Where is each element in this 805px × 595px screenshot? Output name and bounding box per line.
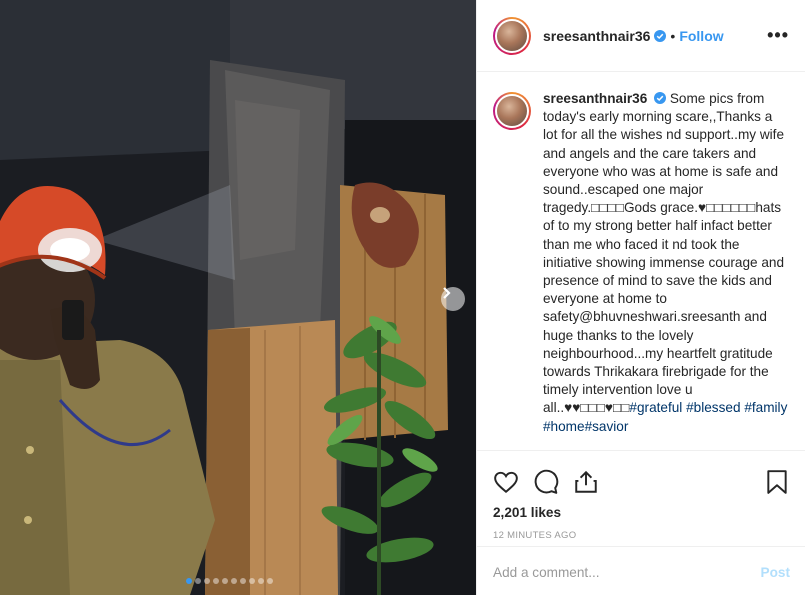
caption-section: sreesanthnair36 Some pics from today's e… [477,72,805,450]
carousel-dot [204,578,210,584]
verified-badge-icon [654,29,667,42]
carousel-next-button[interactable] [441,287,465,311]
post-caption: sreesanthnair36 Some pics from today's e… [543,90,789,450]
more-options-button[interactable]: ••• [767,25,789,46]
post-header: sreesanthnair36 • Follow ••• [477,0,805,72]
header-username[interactable]: sreesanthnair36 [543,28,650,44]
comment-icon[interactable] [533,469,559,495]
caption-text: Some pics from today's early morning sca… [543,91,785,416]
heart-icon[interactable] [493,469,519,495]
hashtag-link[interactable]: #grateful [629,400,682,415]
verified-badge-icon [654,92,667,104]
action-icons [477,451,805,501]
carousel-dot [240,578,246,584]
carousel-dot [249,578,255,584]
hashtag-link[interactable]: #blessed [686,400,740,415]
post-comment-button[interactable]: Post [761,565,790,580]
carousel-dot [195,578,201,584]
fire-scene-image [0,0,476,595]
likes-count[interactable]: 2,201 likes [477,501,805,520]
carousel-indicator [186,578,273,584]
header-separator: • [670,27,676,44]
share-icon[interactable] [573,469,599,495]
profile-avatar[interactable] [493,16,531,55]
carousel-dot [213,578,219,584]
post-details-panel: sreesanthnair36 • Follow ••• sreesanthna… [476,0,805,595]
bookmark-icon[interactable] [764,469,790,495]
carousel-dot [258,578,264,584]
comment-input[interactable] [493,565,761,580]
post-timestamp[interactable]: 12 MINUTES AGO [477,520,805,541]
caption-avatar[interactable] [493,92,531,130]
chevron-right-icon [443,287,451,299]
hashtag-link[interactable]: #home [543,419,585,434]
carousel-dot [231,578,237,584]
post-actions: 2,201 likes 12 MINUTES AGO Post [477,450,805,595]
post-photo[interactable] [0,0,476,595]
carousel-dot [267,578,273,584]
hashtag-link[interactable]: #savior [585,419,629,434]
caption-username[interactable]: sreesanthnair36 [543,91,647,106]
carousel-dot [186,578,192,584]
carousel-dot [222,578,228,584]
follow-button[interactable]: Follow [679,28,723,44]
hashtag-link[interactable]: #family [744,400,787,415]
comment-form: Post [477,546,805,595]
